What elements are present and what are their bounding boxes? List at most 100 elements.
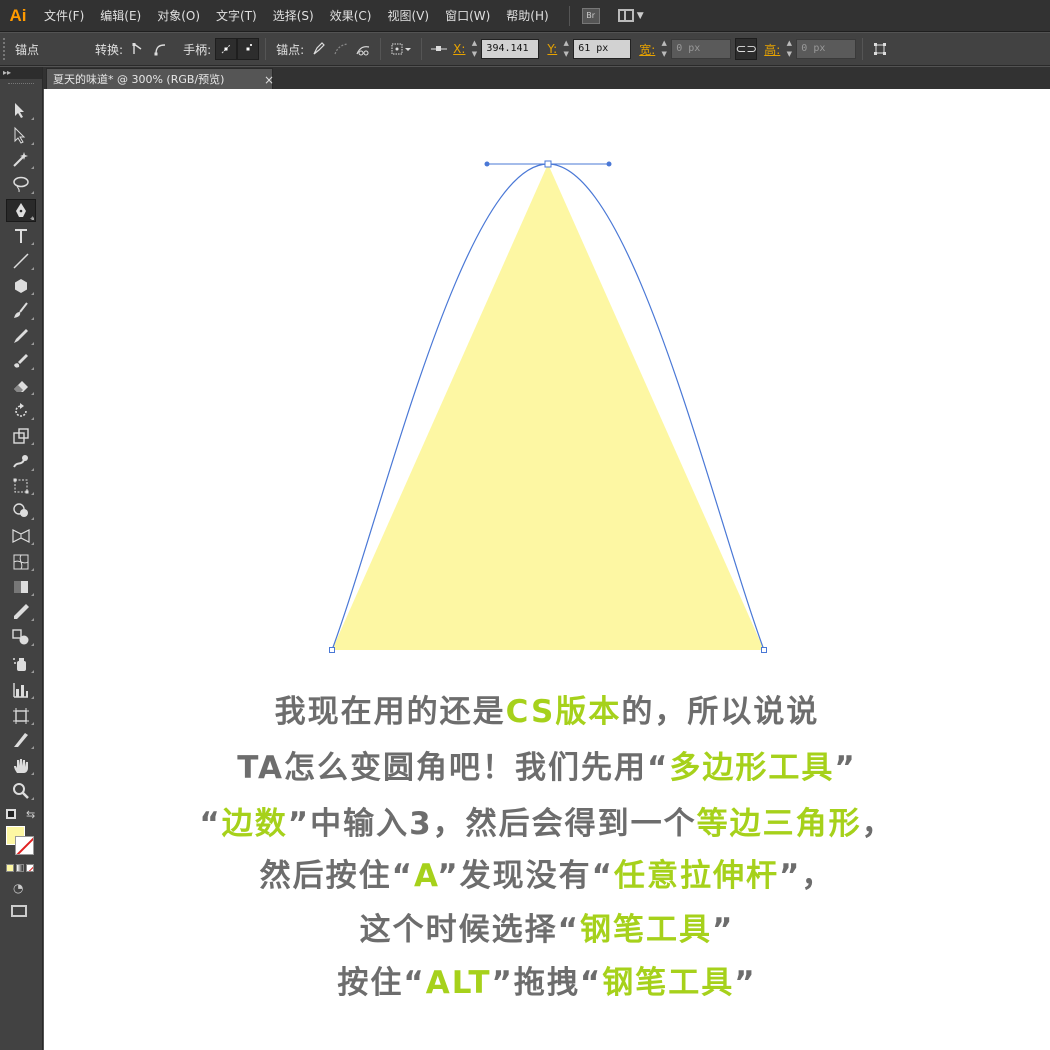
- tutorial-text: ”发现没有“: [437, 858, 614, 894]
- shape-builder-tool[interactable]: [6, 499, 36, 522]
- menu-bar: Ai 文件(F) 编辑(E) 对象(O) 文字(T) 选择(S) 效果(C) 视…: [0, 0, 1050, 32]
- stroke-color-swatch[interactable]: [15, 836, 34, 855]
- zoom-tool[interactable]: [6, 779, 36, 802]
- free-transform-tool[interactable]: [6, 474, 36, 497]
- document-tab[interactable]: 夏天的味道* @ 300% (RGB/预览) ×: [46, 68, 274, 89]
- reference-point-icon[interactable]: [428, 38, 450, 60]
- x-input[interactable]: 394.141: [481, 39, 540, 59]
- menu-window[interactable]: 窗口(W): [437, 0, 498, 32]
- perspective-grid-tool[interactable]: [6, 524, 36, 547]
- warp-tool[interactable]: [6, 450, 36, 473]
- paintbrush-tool[interactable]: [6, 299, 36, 322]
- tutorial-text: 的，所以说说: [621, 694, 820, 730]
- default-colors-icon[interactable]: [6, 809, 16, 819]
- document-tab-bar: 夏天的味道* @ 300% (RGB/预览) ×: [43, 67, 1050, 89]
- convert-to-corner-icon[interactable]: [127, 38, 149, 60]
- menu-select[interactable]: 选择(S): [265, 0, 322, 32]
- y-label: Y:: [547, 42, 558, 56]
- slice-tool[interactable]: [6, 728, 36, 751]
- direct-selection-tool[interactable]: [6, 124, 36, 147]
- line-tool[interactable]: [6, 249, 36, 272]
- eraser-icon: [14, 380, 28, 392]
- hide-handles-icon[interactable]: [237, 38, 260, 60]
- tutorial-line-2: TA怎么变圆角吧！我们先用“多边形工具”: [44, 742, 1050, 787]
- width-input[interactable]: 0 px: [671, 39, 732, 59]
- isolate-icon[interactable]: [387, 38, 415, 60]
- height-input[interactable]: 0 px: [796, 39, 857, 59]
- anchors-label: 锚点:: [276, 42, 305, 57]
- pen-tool[interactable]: [6, 199, 36, 222]
- color-mode-icons[interactable]: [6, 864, 34, 872]
- x-spinner[interactable]: ▲ ▼: [468, 39, 480, 59]
- tutorial-line-3: “边数”中输入3，然后会得到一个等边三角形，: [44, 798, 1050, 843]
- artboard-tool[interactable]: [6, 704, 36, 727]
- blend-tool[interactable]: [6, 625, 36, 648]
- menu-help[interactable]: 帮助(H): [498, 0, 556, 32]
- zoom-icon: [13, 782, 29, 799]
- tutorial-text: “: [199, 806, 222, 842]
- panel-grip[interactable]: [8, 83, 34, 93]
- shape-builder-icon: [13, 502, 28, 517]
- close-tab-icon[interactable]: ×: [264, 73, 274, 87]
- width-label: 宽:: [639, 42, 656, 57]
- mesh-tool[interactable]: [6, 550, 36, 573]
- y-input[interactable]: 61 px: [573, 39, 632, 59]
- polygon-tool[interactable]: [6, 274, 36, 297]
- panel-collapse-icon[interactable]: ▸▸: [0, 67, 42, 79]
- symbol-sprayer-tool[interactable]: [6, 652, 36, 675]
- remove-anchor-icon[interactable]: [308, 38, 330, 60]
- connect-anchors-icon[interactable]: [330, 38, 352, 60]
- menu-object[interactable]: 对象(O): [149, 0, 208, 32]
- menu-view[interactable]: 视图(V): [379, 0, 437, 32]
- draw-mode-icon[interactable]: ◔: [13, 881, 23, 895]
- anchor-point-top[interactable]: [544, 160, 552, 168]
- transform-options-icon[interactable]: [869, 38, 891, 60]
- width-spinner[interactable]: ▲ ▼: [658, 39, 670, 59]
- pencil-tool[interactable]: [6, 324, 36, 347]
- menu-file[interactable]: 文件(F): [36, 0, 92, 32]
- direction-handle-left[interactable]: [484, 161, 490, 167]
- layout-grid-icon: [617, 9, 634, 22]
- screen-mode-icon[interactable]: [11, 905, 27, 917]
- rotate-tool[interactable]: [6, 399, 36, 422]
- anchor-point-left[interactable]: [329, 647, 335, 653]
- eraser-tool[interactable]: [6, 374, 36, 397]
- menu-effect[interactable]: 效果(C): [322, 0, 380, 32]
- constrain-proportions-link-icon[interactable]: ⊂⊃: [735, 38, 758, 60]
- lasso-tool[interactable]: [6, 173, 36, 196]
- height-spinner[interactable]: ▲ ▼: [783, 39, 795, 59]
- cut-path-icon[interactable]: [352, 38, 374, 60]
- blob-brush-tool[interactable]: [6, 349, 36, 372]
- menu-edit[interactable]: 编辑(E): [92, 0, 149, 32]
- equilateral-triangle-shape[interactable]: [332, 164, 764, 650]
- workspace-switcher-button[interactable]: ▼: [617, 9, 644, 22]
- menu-type[interactable]: 文字(T): [208, 0, 265, 32]
- direction-handle-right[interactable]: [606, 161, 612, 167]
- scale-tool[interactable]: [6, 424, 36, 447]
- show-handles-icon[interactable]: [215, 38, 238, 60]
- line-icon: [13, 252, 29, 269]
- tutorial-text: TA怎么变圆角吧！我们先用“: [237, 750, 670, 786]
- type-tool[interactable]: [6, 224, 36, 247]
- perspective-grid-icon: [12, 528, 30, 543]
- anchor-point-right[interactable]: [761, 647, 767, 653]
- eyedropper-tool[interactable]: [6, 600, 36, 623]
- selection-tool[interactable]: [6, 99, 36, 122]
- handles-label: 手柄:: [183, 42, 212, 57]
- panel-grip[interactable]: [3, 38, 11, 60]
- gradient-tool[interactable]: [6, 575, 36, 598]
- column-graph-tool[interactable]: [6, 678, 36, 701]
- divider: [380, 38, 382, 60]
- tutorial-text: ”拖拽“: [491, 965, 603, 1001]
- hand-tool[interactable]: [6, 754, 36, 777]
- magic-wand-tool[interactable]: [6, 148, 36, 171]
- magic-wand-icon: [13, 151, 28, 167]
- bridge-button[interactable]: Br: [581, 7, 600, 24]
- artboard-canvas[interactable]: 我现在用的还是CS版本的，所以说说 TA怎么变圆角吧！我们先用“多边形工具” “…: [44, 89, 1050, 1050]
- document-tab-title: 夏天的味道* @ 300% (RGB/预览): [53, 73, 225, 86]
- tutorial-text: ”，: [778, 858, 835, 894]
- swap-fill-stroke-icon[interactable]: ⇆: [26, 808, 35, 821]
- convert-to-smooth-icon[interactable]: [149, 38, 171, 60]
- y-spinner[interactable]: ▲ ▼: [560, 39, 572, 59]
- tutorial-text: 我现在用的还是: [274, 694, 506, 730]
